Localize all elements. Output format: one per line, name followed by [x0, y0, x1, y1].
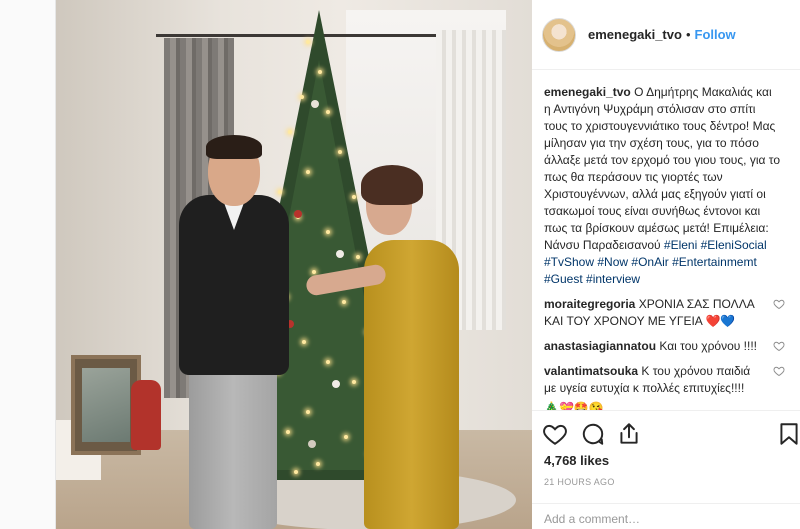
comment-username[interactable]: moraitegregoria	[544, 297, 635, 311]
hashtag-link[interactable]: #Guest	[544, 272, 583, 286]
tree-light	[300, 95, 304, 99]
post-actions: 4,768 likes 21 HOURS AGO Add a comment…	[532, 410, 800, 529]
hashtag-link[interactable]: #TvShow	[544, 255, 594, 269]
follow-button[interactable]: Follow	[695, 27, 736, 42]
comment-item: moraitegregoria ΧΡΟΝΙΑ ΣΑΣ ΠΟΛΛΑ ΚΑΙ ΤΟΥ…	[544, 296, 787, 330]
tree-light	[312, 270, 316, 274]
share-icon[interactable]	[616, 421, 642, 447]
comment-username[interactable]: anastasiagiannatou	[544, 339, 656, 353]
tree-light	[278, 190, 282, 194]
man-hair	[206, 135, 262, 159]
tree-light	[302, 340, 306, 344]
bookmark-icon[interactable]	[776, 421, 800, 447]
hashtag-link[interactable]: #OnAir	[631, 255, 668, 269]
comment-like-icon[interactable]	[773, 298, 785, 310]
tree-light	[306, 410, 310, 414]
tree-light	[344, 435, 348, 439]
post-photo[interactable]	[56, 0, 532, 529]
comment-icon[interactable]	[580, 421, 606, 447]
add-comment-input[interactable]: Add a comment…	[532, 503, 800, 529]
man-trousers	[189, 360, 277, 529]
hashtag-link[interactable]: #Entertainmemt	[672, 255, 757, 269]
tree-ornament	[311, 100, 319, 108]
caption-text: Ο Δημήτρης Μακαλιάς και η Αντιγόνη Ψυχρά…	[544, 85, 780, 252]
comment-emoji: ❤️💙	[705, 314, 736, 328]
post-side-panel: emenegaki_tvo • Follow emenegaki_tvo Ο Δ…	[532, 0, 800, 529]
post-card: emenegaki_tvo • Follow emenegaki_tvo Ο Δ…	[55, 0, 800, 529]
tree-light	[318, 70, 322, 74]
comment-like-icon[interactable]	[773, 340, 785, 352]
comments-list[interactable]: emenegaki_tvo Ο Δημήτρης Μακαλιάς και η …	[532, 70, 800, 410]
tree-light	[326, 230, 330, 234]
tree-light	[352, 195, 356, 199]
header-username[interactable]: emenegaki_tvo	[588, 27, 682, 42]
picture-frame-image	[82, 368, 130, 442]
tree-light	[316, 462, 320, 466]
hashtag-link[interactable]: #Now	[597, 255, 628, 269]
hashtag-link[interactable]: #EleniSocial	[701, 238, 767, 252]
caption: emenegaki_tvo Ο Δημήτρης Μακαλιάς και η …	[544, 84, 787, 288]
comment-item: valantimatsouka Κ του χρόνου παιδιά με υ…	[544, 363, 787, 410]
comment-item: anastasiagiannatou Και του χρόνου !!!!	[544, 338, 787, 355]
woman-hair	[361, 165, 423, 205]
avatar[interactable]	[542, 17, 576, 52]
tree-ornament	[294, 210, 302, 218]
tree-ornament	[332, 380, 340, 388]
post-timestamp[interactable]: 21 HOURS AGO	[544, 477, 615, 487]
comment-text: Και του χρόνου !!!!	[659, 339, 758, 353]
comment-username[interactable]: valantimatsouka	[544, 364, 638, 378]
tree-light	[286, 430, 290, 434]
tree-light	[342, 300, 346, 304]
tree-light	[338, 150, 342, 154]
hashtag-link[interactable]: #interview	[586, 272, 640, 286]
post-header: emenegaki_tvo • Follow	[532, 0, 800, 70]
tree-light	[306, 170, 310, 174]
tree-ornament	[336, 250, 344, 258]
tree-light	[352, 380, 356, 384]
nutcracker-doll	[131, 380, 161, 450]
caption-username[interactable]: emenegaki_tvo	[544, 85, 631, 99]
likes-count[interactable]: 4,768 likes	[544, 453, 609, 468]
hashtag-link[interactable]: #Eleni	[664, 238, 697, 252]
tree-ornament	[308, 440, 316, 448]
heart-icon[interactable]	[542, 421, 568, 447]
tree-light	[306, 40, 310, 44]
tree-light	[326, 110, 330, 114]
header-separator: •	[685, 27, 691, 42]
tree-light	[288, 130, 292, 134]
comment-emoji: 🎄💝🤩😘	[544, 401, 604, 410]
tree-light	[294, 470, 298, 474]
tree-light	[326, 360, 330, 364]
tree-light	[356, 255, 360, 259]
action-icons	[542, 419, 798, 449]
comment-like-icon[interactable]	[773, 365, 785, 377]
